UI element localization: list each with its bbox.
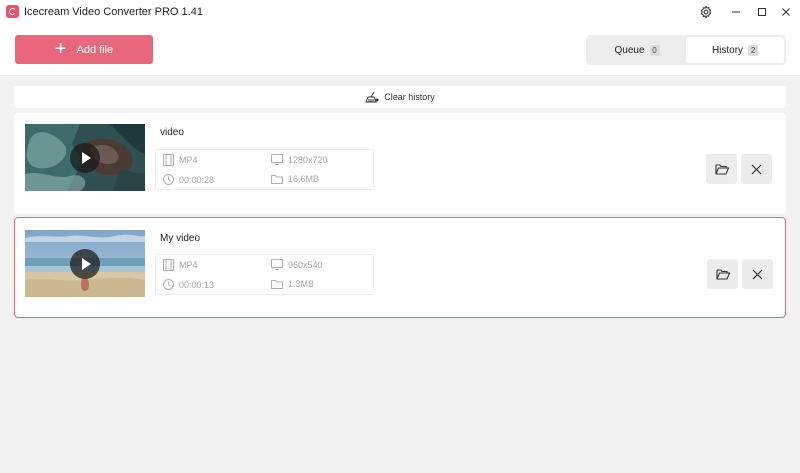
video-thumbnail[interactable] [25,230,145,297]
tab-history-count: 2 [748,44,759,56]
video-meta: MP4 1280x720 00:00:28 16.6MB [155,149,374,190]
clear-history-label: Clear history [384,92,435,102]
tab-queue-count: 0 [649,44,660,56]
tab-history[interactable]: History 2 [686,37,784,63]
app-title: Icecream Video Converter PRO 1.41 [24,6,203,18]
gear-icon [700,5,712,19]
play-icon[interactable] [70,249,100,279]
clock-icon [163,174,174,185]
plus-icon: + [54,37,67,60]
video-title: My video [160,233,201,244]
add-file-label: Add file [76,43,114,56]
open-folder-icon [715,269,730,280]
history-item[interactable]: video MP4 1280x720 00:00:28 16.6MB [14,113,786,214]
remove-button[interactable] [741,154,772,184]
video-title: video [160,127,184,138]
video-thumbnail[interactable] [25,124,145,191]
meta-size: 16.6MB [271,174,319,184]
clock-icon [163,279,174,290]
open-folder-button[interactable] [706,154,737,184]
view-tabs: Queue 0 History 2 [586,35,786,65]
video-meta: MP4 960x540 00:00:13 1.3MB [155,254,374,295]
close-icon [752,269,763,279]
open-folder-button[interactable] [707,259,738,289]
tab-history-label: History [711,44,744,56]
tab-queue-label: Queue [614,44,645,56]
meta-duration: 00:00:13 [163,279,214,290]
clear-history-button[interactable]: Clear history [14,86,786,108]
broom-icon [365,91,379,103]
open-folder-icon [714,164,729,175]
meta-resolution: 960x540 [271,259,323,270]
app-logo-icon [6,5,19,18]
film-icon [163,154,174,166]
monitor-icon [271,259,283,270]
minimize-button[interactable] [722,0,750,24]
meta-size: 1.3MB [271,279,314,289]
play-icon[interactable] [70,143,100,173]
add-file-button[interactable]: + Add file [15,35,153,64]
top-toolbar: + Add file Queue 0 History 2 [0,24,800,76]
folder-icon [271,175,283,184]
meta-resolution: 1280x720 [271,154,328,165]
meta-format: MP4 [163,259,198,271]
history-item-selected[interactable]: My video MP4 960x540 00:00:13 1.3MB [14,217,786,318]
close-icon [782,8,790,16]
close-button[interactable] [772,0,800,24]
folder-icon [271,280,283,289]
meta-duration: 00:00:28 [163,174,214,185]
remove-button[interactable] [742,259,773,289]
maximize-icon [758,8,766,16]
tab-queue[interactable]: Queue 0 [588,37,686,63]
monitor-icon [271,154,283,165]
film-icon [163,259,174,271]
minimize-icon [732,11,740,13]
meta-format: MP4 [163,154,198,166]
title-bar: Icecream Video Converter PRO 1.41 [0,0,800,24]
settings-button[interactable] [692,0,720,24]
close-icon [751,164,762,174]
